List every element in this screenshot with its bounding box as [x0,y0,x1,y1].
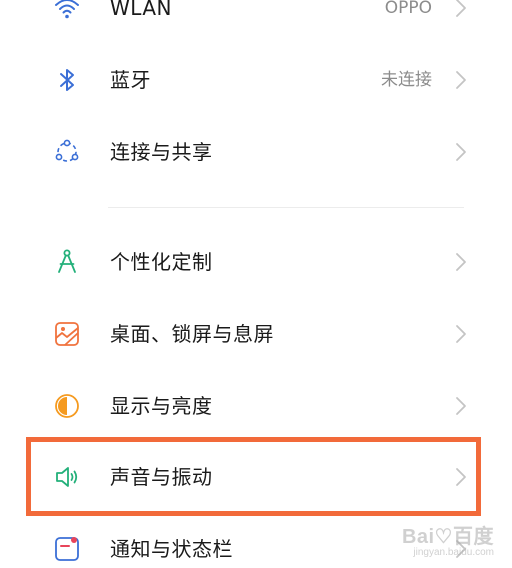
watermark-main: Bai♡百度 [401,526,494,548]
wlan-label: WLAN [110,0,173,20]
chevron-right-icon [454,324,468,344]
bluetooth-icon [52,65,82,95]
chevron-right-icon [454,70,468,90]
section-divider [108,207,464,208]
settings-item-connection-sharing[interactable]: 连接与共享 [0,116,512,188]
personalization-label: 个性化定制 [110,250,213,274]
wlan-value: OPPO [384,0,432,18]
baidu-watermark: Bai♡百度 jingyan.baidu.com [384,520,494,558]
connection-share-icon [52,137,82,167]
watermark-sub: jingyan.baidu.com [413,547,494,558]
brightness-icon [52,391,82,421]
chevron-right-icon [454,396,468,416]
settings-item-desktop-lockscreen[interactable]: 桌面、锁屏与息屏 [0,298,512,370]
display-brightness-label: 显示与亮度 [110,394,213,418]
bluetooth-value: 未连接 [381,70,432,90]
compass-tool-icon [52,247,82,277]
settings-screen: WLAN OPPO 蓝牙 未连接 连接与共享 个性化定制 桌面、锁屏与息屏 显示… [0,0,512,568]
notification-statusbar-label: 通知与状态栏 [110,537,233,561]
speaker-icon [52,462,82,492]
chevron-right-icon [454,252,468,272]
notification-icon [52,534,82,564]
connection-sharing-label: 连接与共享 [110,140,213,164]
settings-item-sound-vibration[interactable]: 声音与振动 [0,441,512,513]
sound-vibration-label: 声音与振动 [110,465,213,489]
bluetooth-label: 蓝牙 [110,68,151,92]
settings-item-wlan[interactable]: WLAN OPPO [0,0,512,44]
wallpaper-icon [52,319,82,349]
desktop-lockscreen-label: 桌面、锁屏与息屏 [110,322,274,346]
settings-item-bluetooth[interactable]: 蓝牙 未连接 [0,44,512,116]
wifi-icon [52,0,82,23]
chevron-right-icon [454,0,468,18]
chevron-right-icon [454,467,468,487]
settings-item-display-brightness[interactable]: 显示与亮度 [0,370,512,442]
chevron-right-icon [454,142,468,162]
settings-item-personalization[interactable]: 个性化定制 [0,226,512,298]
